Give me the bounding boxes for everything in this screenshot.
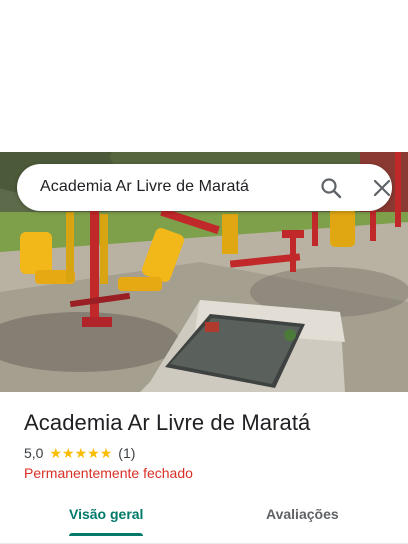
- star-icon: ★: [74, 445, 88, 461]
- search-query[interactable]: Academia Ar Livre de Maratá: [40, 178, 249, 196]
- search-icon[interactable]: [320, 177, 342, 199]
- place-title: Academia Ar Livre de Maratá: [24, 410, 311, 435]
- tab-overview[interactable]: Visão geral: [69, 506, 143, 522]
- search-bar[interactable]: Academia Ar Livre de Maratá: [17, 164, 392, 211]
- rating-value: 5,0: [24, 445, 44, 461]
- star-icon: ★: [49, 445, 63, 461]
- star-icon: ★: [62, 445, 75, 461]
- star-icon: ★: [87, 445, 100, 461]
- star-icon: ★: [99, 445, 113, 461]
- tab-reviews[interactable]: Avaliações: [266, 506, 339, 522]
- map-blank-area: [0, 0, 408, 152]
- review-count[interactable]: (1): [118, 445, 135, 461]
- rating-row[interactable]: 5,0 ★ ★ ★ ★ ★ (1): [24, 444, 135, 462]
- active-tab-indicator: [69, 533, 143, 536]
- close-icon[interactable]: [372, 177, 392, 199]
- closed-status: Permanentemente fechado: [24, 465, 193, 481]
- place-tabs: Visão geral Avaliações: [0, 496, 408, 544]
- rating-stars: ★ ★ ★ ★ ★: [49, 446, 112, 460]
